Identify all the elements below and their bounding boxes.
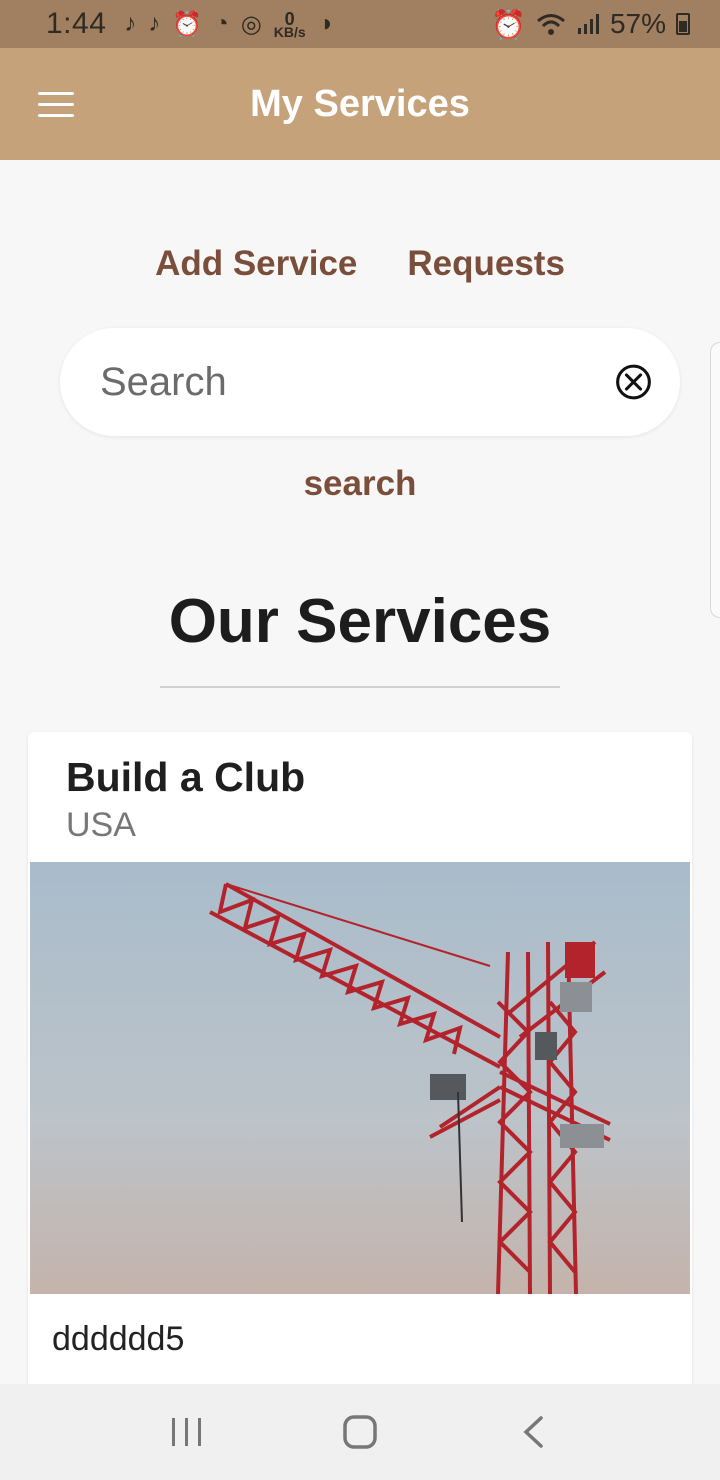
- search-box: [60, 328, 680, 436]
- service-title: Build a Club: [66, 754, 306, 800]
- status-bar: 1:44 ♪ ♪ ⏰ ◔ ◎ 0 KB/s ◑ ⏰ 57%: [0, 0, 720, 48]
- service-location: USA: [66, 806, 136, 844]
- compass-icon: ◔: [214, 10, 229, 37]
- system-nav-bar: [0, 1384, 720, 1480]
- service-image: [30, 862, 690, 1294]
- recent-apps-icon[interactable]: [157, 1402, 217, 1462]
- app-bar: My Services: [0, 48, 720, 160]
- tiktok-icon: ♪: [148, 10, 161, 37]
- home-icon[interactable]: [330, 1402, 390, 1462]
- status-time: 1:44: [46, 7, 107, 40]
- add-service-link[interactable]: Add Service: [155, 244, 357, 284]
- notification-icons: ♪ ♪ ⏰ ◔ ◎ 0 KB/s ◑: [124, 10, 332, 39]
- hamburger-menu-icon[interactable]: [38, 92, 74, 118]
- section-divider: [160, 686, 560, 688]
- scroll-indicator: [710, 342, 720, 618]
- service-card[interactable]: Build a Club USA dddddd5: [28, 732, 692, 1432]
- messenger-icon: ◎: [240, 10, 262, 38]
- battery-icon: [676, 13, 690, 35]
- page-title: My Services: [250, 82, 470, 125]
- app-icon: ◑: [317, 10, 333, 37]
- network-speed: 0 KB/s: [273, 9, 306, 40]
- alarm-icon: ⏰: [491, 8, 526, 40]
- search-input[interactable]: [100, 359, 615, 405]
- requests-link[interactable]: Requests: [407, 244, 565, 284]
- alarm-icon: ⏰: [172, 10, 203, 38]
- music-note-icon: ♪: [124, 10, 137, 37]
- section-title: Our Services: [168, 587, 552, 656]
- action-links: Add Service Requests: [0, 244, 720, 284]
- system-icons: ⏰ 57%: [491, 8, 690, 41]
- search-button[interactable]: search: [0, 464, 720, 504]
- service-description: dddddd5: [52, 1320, 185, 1358]
- battery-level: 57%: [609, 8, 666, 39]
- wifi-icon: [536, 14, 565, 35]
- clear-search-icon[interactable]: [615, 361, 652, 403]
- signal-icon: [577, 14, 599, 34]
- back-icon[interactable]: [503, 1402, 563, 1462]
